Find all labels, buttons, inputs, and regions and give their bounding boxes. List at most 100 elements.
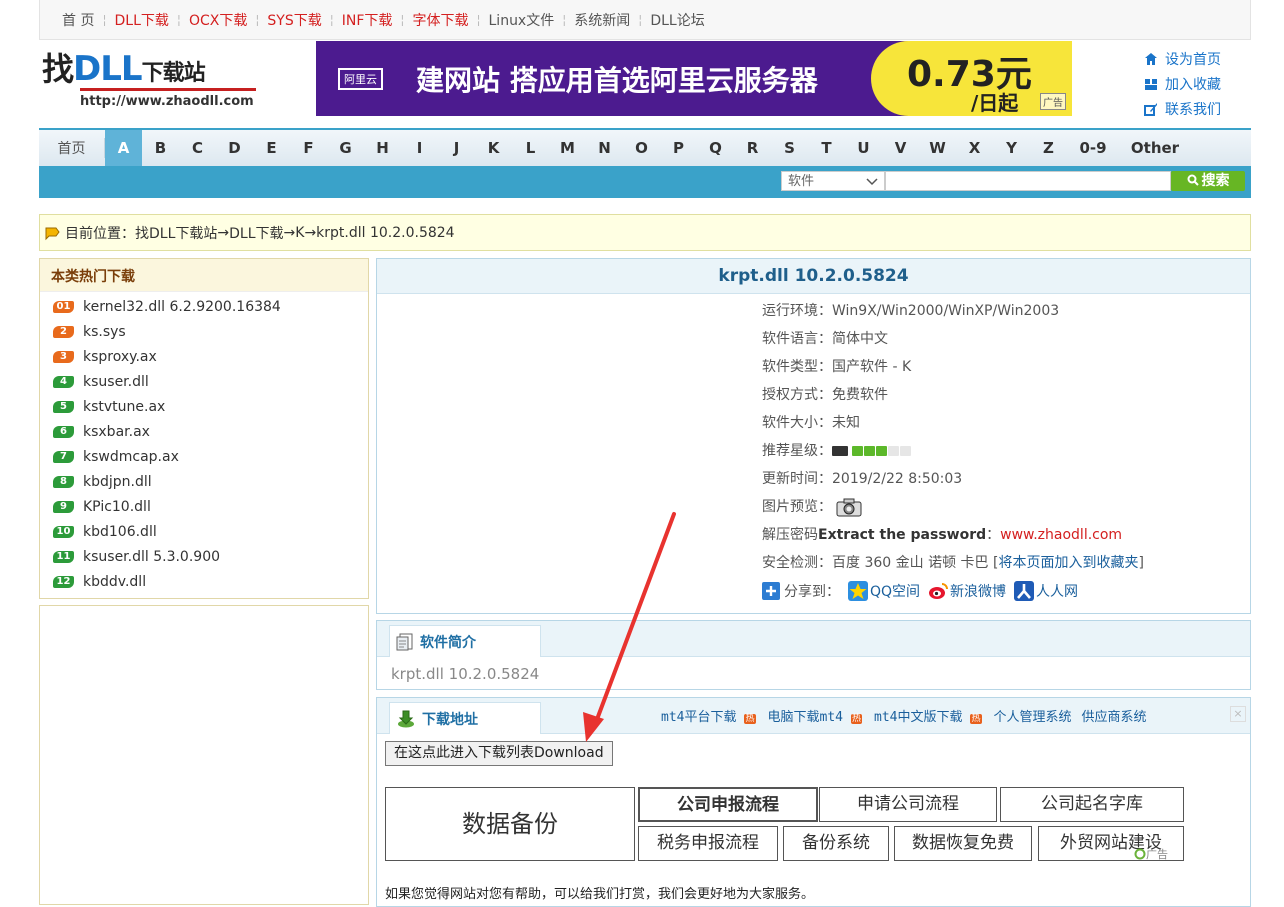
top-nav-item[interactable]: 字体下载 bbox=[404, 10, 476, 30]
hot-item-name: KPic10.dll bbox=[83, 498, 151, 515]
intro-text: krpt.dll 10.2.0.5824 bbox=[391, 665, 540, 683]
list-item[interactable]: 9 KPic10.dll bbox=[40, 494, 368, 519]
letter-tab-b[interactable]: B bbox=[142, 130, 179, 166]
letter-tab-z[interactable]: Z bbox=[1030, 130, 1067, 166]
list-item[interactable]: 2 ks.sys bbox=[40, 319, 368, 344]
download-list-button[interactable]: 在这点此进入下载列表Download bbox=[385, 741, 613, 766]
list-item[interactable]: 8 kbdjpn.dll bbox=[40, 469, 368, 494]
ad-chip[interactable]: 备份系统 bbox=[783, 826, 889, 861]
banner-ad[interactable]: 阿里云 建网站 搭应用首选阿里云服务器 0.73元 /日起 广告 bbox=[316, 41, 1072, 116]
contact-us-link[interactable]: 联系我们 bbox=[1144, 96, 1244, 121]
ad-chip[interactable]: 税务申报流程 bbox=[638, 826, 778, 861]
text-ad-link[interactable]: 供应商系统 bbox=[1082, 710, 1147, 725]
letter-tab-l[interactable]: L bbox=[512, 130, 549, 166]
top-nav-item[interactable]: 系统新闻 bbox=[566, 10, 638, 30]
text-ad-link[interactable]: 个人管理系统 bbox=[994, 710, 1072, 725]
share-weibo[interactable]: 新浪微博 bbox=[928, 581, 1006, 601]
download-tab-label: 下载地址 bbox=[422, 711, 478, 728]
search-input[interactable] bbox=[885, 171, 1171, 191]
share-qzone[interactable]: QQ空间 bbox=[848, 581, 920, 601]
top-nav-item[interactable]: 首 页 bbox=[54, 10, 102, 30]
text-ad-link[interactable]: mt4中文版下载 bbox=[874, 710, 962, 725]
letter-tab-t[interactable]: T bbox=[808, 130, 845, 166]
letter-tab-v[interactable]: V bbox=[882, 130, 919, 166]
share-renren[interactable]: 人人网 bbox=[1014, 581, 1078, 601]
list-item[interactable]: 4 ksuser.dll bbox=[40, 369, 368, 394]
letter-tab-k[interactable]: K bbox=[475, 130, 512, 166]
password-value: www.zhaodll.com bbox=[1000, 527, 1123, 543]
add-favorites-link[interactable]: 加入收藏 bbox=[1144, 71, 1244, 96]
letter-tab-d[interactable]: D bbox=[216, 130, 253, 166]
search-category-select[interactable]: 软件 bbox=[781, 171, 885, 191]
letter-tab-r[interactable]: R bbox=[734, 130, 771, 166]
letter-tab-e[interactable]: E bbox=[253, 130, 290, 166]
camera-icon[interactable] bbox=[836, 497, 862, 517]
letter-tab-j[interactable]: J bbox=[438, 130, 475, 166]
letter-tab-x[interactable]: X bbox=[956, 130, 993, 166]
text-ad-link[interactable]: mt4平台下载 bbox=[661, 710, 736, 725]
search-button[interactable]: 搜索 bbox=[1171, 171, 1245, 191]
type-value: 国产软件 - K bbox=[832, 359, 912, 375]
letter-tab-i[interactable]: I bbox=[401, 130, 438, 166]
list-item[interactable]: 01 kernel32.dll 6.2.9200.16384 bbox=[40, 294, 368, 319]
ad-chip[interactable]: 公司起名字库 bbox=[1000, 787, 1184, 822]
security-row: 安全检测： 百度 360 金山 诺顿 卡巴 [将本页面加入到收藏夹] bbox=[762, 549, 1242, 577]
list-item[interactable]: 6 ksxbar.ax bbox=[40, 419, 368, 444]
breadcrumb-k[interactable]: K bbox=[295, 225, 304, 241]
letter-tab-other[interactable]: Other bbox=[1119, 130, 1191, 166]
list-item[interactable]: 3 ksproxy.ax bbox=[40, 344, 368, 369]
letter-tab-f[interactable]: F bbox=[290, 130, 327, 166]
letter-tab-s[interactable]: S bbox=[771, 130, 808, 166]
list-item[interactable]: 10 kbd106.dll bbox=[40, 519, 368, 544]
close-icon[interactable]: × bbox=[1230, 706, 1246, 722]
preview-key: 图片预览： bbox=[762, 499, 832, 515]
letter-tab-m[interactable]: M bbox=[549, 130, 586, 166]
letter-tab-a[interactable]: A bbox=[105, 130, 142, 166]
update-key: 更新时间： bbox=[762, 471, 832, 487]
letter-tab-u[interactable]: U bbox=[845, 130, 882, 166]
letter-tab-g[interactable]: G bbox=[327, 130, 364, 166]
download-tab[interactable]: 下载地址 bbox=[389, 702, 541, 734]
top-nav-item[interactable]: SYS下载 bbox=[259, 10, 329, 30]
letter-tab-p[interactable]: P bbox=[660, 130, 697, 166]
intro-tab[interactable]: 软件简介 bbox=[389, 625, 541, 657]
list-item[interactable]: 12 kbddv.dll bbox=[40, 569, 368, 594]
edit-icon bbox=[1144, 102, 1157, 116]
top-nav-item[interactable]: INF下载 bbox=[334, 10, 401, 30]
ad-chip[interactable]: 数据恢复免费 bbox=[894, 826, 1032, 861]
ad-data-backup[interactable]: 数据备份 bbox=[385, 787, 635, 861]
breadcrumb-dll[interactable]: DLL下载 bbox=[229, 223, 283, 243]
preview-row: 图片预览： bbox=[762, 493, 1242, 521]
ad-chip[interactable]: 申请公司流程 bbox=[819, 787, 997, 822]
hot-item-name: ksuser.dll bbox=[83, 373, 149, 390]
text-ad-link[interactable]: 电脑下载mt4 bbox=[768, 710, 843, 725]
add-favorites-page-link[interactable]: 将本页面加入到收藏夹 bbox=[998, 549, 1138, 577]
breadcrumb-home[interactable]: 找DLL下载站 bbox=[135, 223, 217, 243]
site-logo[interactable]: 找DLL下载站 http://www.zhaodll.com bbox=[42, 44, 262, 116]
letter-nav-home[interactable]: 首页 bbox=[39, 138, 105, 158]
letter-tab-n[interactable]: N bbox=[586, 130, 623, 166]
letter-tab-q[interactable]: Q bbox=[697, 130, 734, 166]
letter-tab-y[interactable]: Y bbox=[993, 130, 1030, 166]
list-item[interactable]: 11 ksuser.dll 5.3.0.900 bbox=[40, 544, 368, 569]
letter-tab-c[interactable]: C bbox=[179, 130, 216, 166]
letter-tab-0-9[interactable]: 0-9 bbox=[1067, 130, 1119, 166]
search-category-value: 软件 bbox=[788, 174, 815, 189]
top-nav-item[interactable]: DLL下载 bbox=[107, 10, 177, 30]
breadcrumb-current[interactable]: krpt.dll 10.2.0.5824 bbox=[316, 225, 454, 241]
letter-tab-h[interactable]: H bbox=[364, 130, 401, 166]
hot-badge: 热 bbox=[850, 714, 862, 724]
share-row: 分享到： QQ空间 新浪微博 人人网 bbox=[762, 581, 1242, 601]
ad-chip[interactable]: 公司申报流程 bbox=[638, 787, 818, 822]
list-item[interactable]: 5 kstvtune.ax bbox=[40, 394, 368, 419]
letter-tab-w[interactable]: W bbox=[919, 130, 956, 166]
env-value: Win9X/Win2000/WinXP/Win2003 bbox=[832, 303, 1060, 319]
letter-tab-o[interactable]: O bbox=[623, 130, 660, 166]
top-nav: 首 页 ¦ DLL下载 ¦ OCX下载 ¦ SYS下载 ¦ INF下载 ¦ 字体下载 ¦ Linux文件… bbox=[39, 0, 1251, 40]
top-nav-item[interactable]: DLL论坛 bbox=[642, 10, 712, 30]
top-nav-item[interactable]: Linux文件 bbox=[481, 10, 563, 30]
set-homepage-link[interactable]: 设为首页 bbox=[1144, 46, 1244, 71]
rating-star bbox=[852, 446, 863, 456]
list-item[interactable]: 7 kswdmcap.ax bbox=[40, 444, 368, 469]
top-nav-item[interactable]: OCX下载 bbox=[181, 10, 255, 30]
